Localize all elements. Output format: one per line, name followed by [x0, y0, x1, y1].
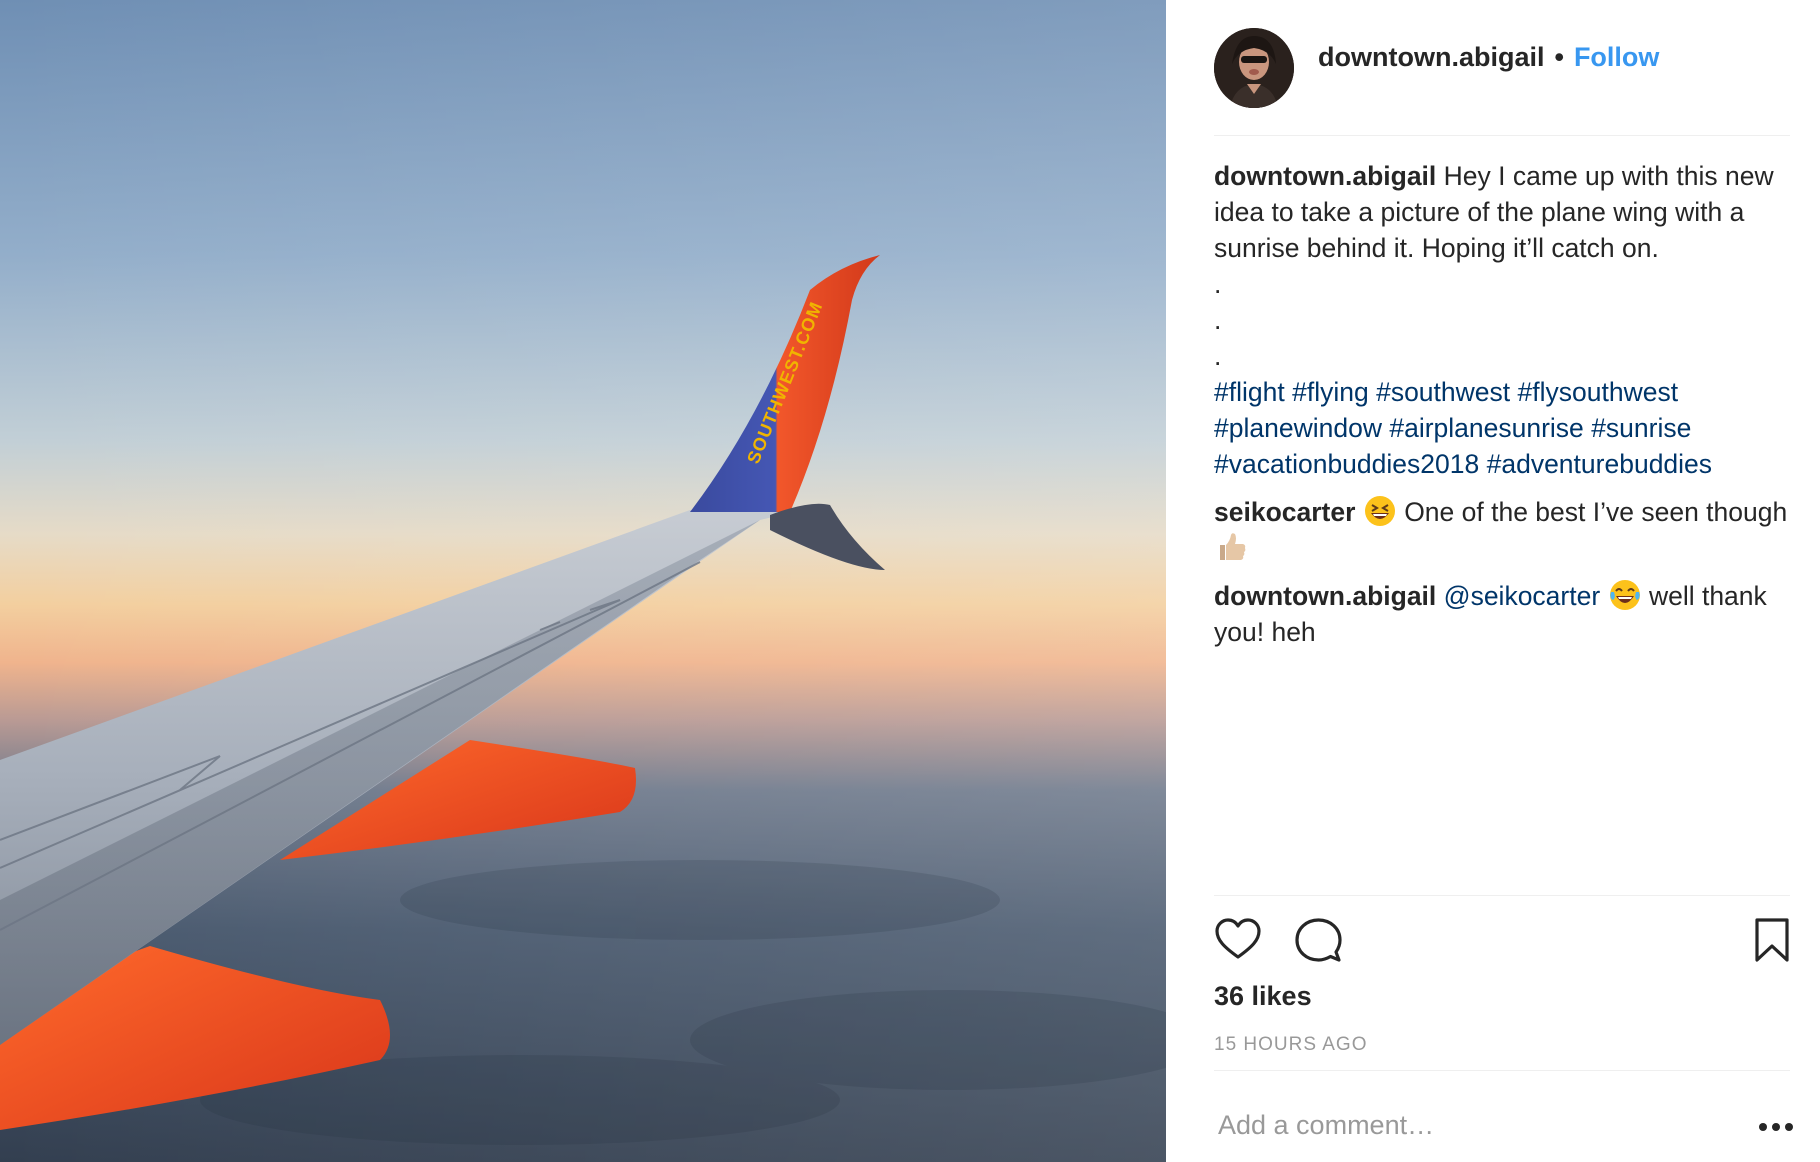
hashtag-link[interactable]: #airplanesunrise: [1389, 413, 1583, 443]
hashtag-link[interactable]: #planewindow: [1214, 413, 1382, 443]
add-comment-input[interactable]: [1214, 1100, 1742, 1150]
instagram-post: SOUTHWEST.COM downtown.abigail • Follow: [0, 0, 1820, 1162]
caption-dot: .: [1214, 305, 1222, 335]
hashtag-link[interactable]: #sunrise: [1591, 413, 1691, 443]
hashtag-link[interactable]: #flysouthwest: [1518, 377, 1679, 407]
caption-dot: .: [1214, 341, 1222, 371]
hashtag-link[interactable]: #adventurebuddies: [1487, 449, 1712, 479]
grinning-squinting-face-icon: [1364, 496, 1395, 526]
bookmark-icon[interactable]: [1748, 916, 1796, 964]
face-with-tears-of-joy-icon: [1609, 580, 1640, 610]
more-options-icon[interactable]: [1758, 1120, 1794, 1134]
hashtag-link[interactable]: #flight: [1214, 377, 1285, 407]
header-username[interactable]: downtown.abigail: [1318, 42, 1544, 73]
divider: [1214, 895, 1790, 896]
post-sidebar: downtown.abigail • Follow downtown.abiga…: [1166, 0, 1820, 1162]
hashtag-link[interactable]: #southwest: [1376, 377, 1510, 407]
avatar-image: [1214, 27, 1294, 108]
hashtag-link[interactable]: #vacationbuddies2018: [1214, 449, 1479, 479]
airplane-wing-photo: SOUTHWEST.COM: [0, 0, 1166, 1162]
comment: seikocarter One of the best I’ve seen th…: [1214, 494, 1794, 566]
divider: [1214, 1070, 1790, 1071]
mention-link[interactable]: @seikocarter: [1444, 581, 1601, 611]
post-timestamp[interactable]: 15 HOURS AGO: [1214, 1034, 1368, 1056]
header-separator: •: [1554, 42, 1564, 72]
thumbs-up-icon: [1220, 533, 1246, 560]
follow-button[interactable]: Follow: [1574, 42, 1659, 73]
caption-dot: .: [1214, 269, 1222, 299]
caption-hashtags: #flight #flying #southwest #flysouthwest…: [1214, 377, 1712, 479]
avatar[interactable]: [1214, 27, 1294, 108]
post-photo[interactable]: SOUTHWEST.COM: [0, 0, 1166, 1162]
comment: downtown.abigail @seikocarter well thank…: [1214, 578, 1794, 650]
caption: downtown.abigail Hey I came up with this…: [1214, 158, 1794, 482]
post-header: downtown.abigail • Follow: [1214, 0, 1790, 136]
comment-username[interactable]: seikocarter: [1214, 497, 1355, 527]
likes-count[interactable]: 36 likes: [1214, 981, 1312, 1012]
speech-bubble-icon[interactable]: [1294, 916, 1342, 964]
header-text: downtown.abigail • Follow: [1318, 42, 1659, 73]
action-bar: [1214, 910, 1790, 970]
comment-text: One of the best I’ve seen though: [1404, 497, 1788, 527]
heart-icon[interactable]: [1214, 916, 1262, 964]
comment-username[interactable]: downtown.abigail: [1214, 581, 1436, 611]
caption-username[interactable]: downtown.abigail: [1214, 161, 1436, 191]
comments-section: downtown.abigail Hey I came up with this…: [1214, 158, 1794, 662]
hashtag-link[interactable]: #flying: [1292, 377, 1369, 407]
